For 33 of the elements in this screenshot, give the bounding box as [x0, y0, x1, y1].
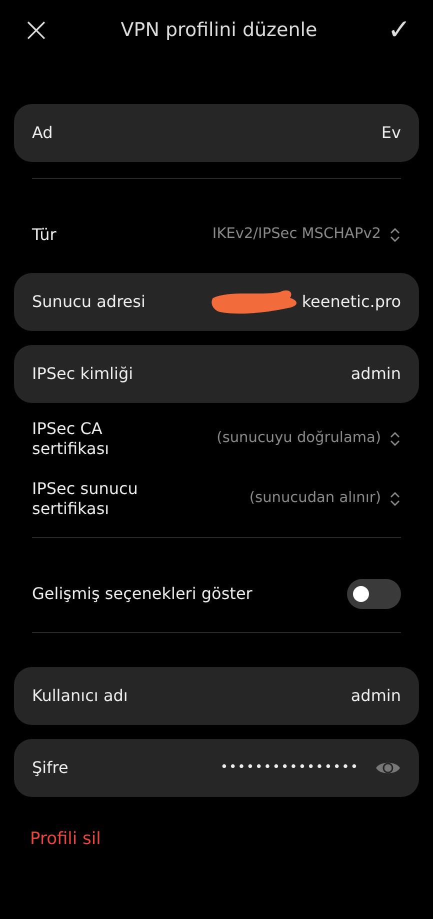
toggle-switch[interactable]: [347, 579, 401, 609]
select-row[interactable]: IPSec CA sertifikası (sunucuyu doğrulama): [14, 417, 419, 461]
form-field[interactable]: Kullanıcı adı admin: [14, 667, 419, 725]
field-value: admin: [350, 685, 401, 707]
select-value: (sunucuyu doğrulama): [216, 429, 381, 448]
form-field[interactable]: Sunucu adresi keenetic.pro: [14, 273, 419, 331]
field-label: IPSec kimliği: [32, 363, 134, 385]
field-value: Ev: [381, 122, 401, 144]
field-label: Sunucu adresi: [32, 291, 146, 313]
chevron-updown-icon: [389, 491, 401, 507]
toggle-label: Gelişmiş seçenekleri göster: [32, 583, 252, 605]
select-row[interactable]: Tür IKEv2/IPSec MSCHAPv2: [14, 213, 419, 257]
field-value: admin: [350, 363, 401, 385]
field-label: IPSec CA sertifikası: [32, 419, 110, 459]
confirm-button[interactable]: ✓: [388, 16, 411, 44]
form-field[interactable]: Ad Ev: [14, 104, 419, 162]
close-button[interactable]: ×: [22, 13, 50, 47]
field-value: ••••••••••••••••: [220, 759, 359, 778]
field-label: Şifre: [32, 757, 68, 779]
select-value: IKEv2/IPSec MSCHAPv2: [212, 225, 381, 244]
field-label: Kullanıcı adı: [32, 685, 128, 707]
field-label: IPSec sunucu sertifikası: [32, 479, 139, 519]
field-label: Tür: [32, 225, 56, 245]
form-field[interactable]: Şifre ••••••••••••••••: [14, 739, 419, 797]
window-title: VPN profilini düzenle: [120, 18, 318, 43]
form-field[interactable]: IPSec kimliği admin: [14, 345, 419, 403]
select-value: (sunucudan alınır): [249, 489, 381, 508]
field-label: Ad: [32, 122, 53, 144]
delete-profile-link[interactable]: Profili sil: [30, 829, 101, 849]
field-value: keenetic.pro: [302, 291, 401, 313]
select-row[interactable]: IPSec sunucu sertifikası (sunucudan alınır): [14, 477, 419, 521]
chevron-updown-icon: [389, 227, 401, 243]
chevron-updown-icon: [389, 431, 401, 447]
